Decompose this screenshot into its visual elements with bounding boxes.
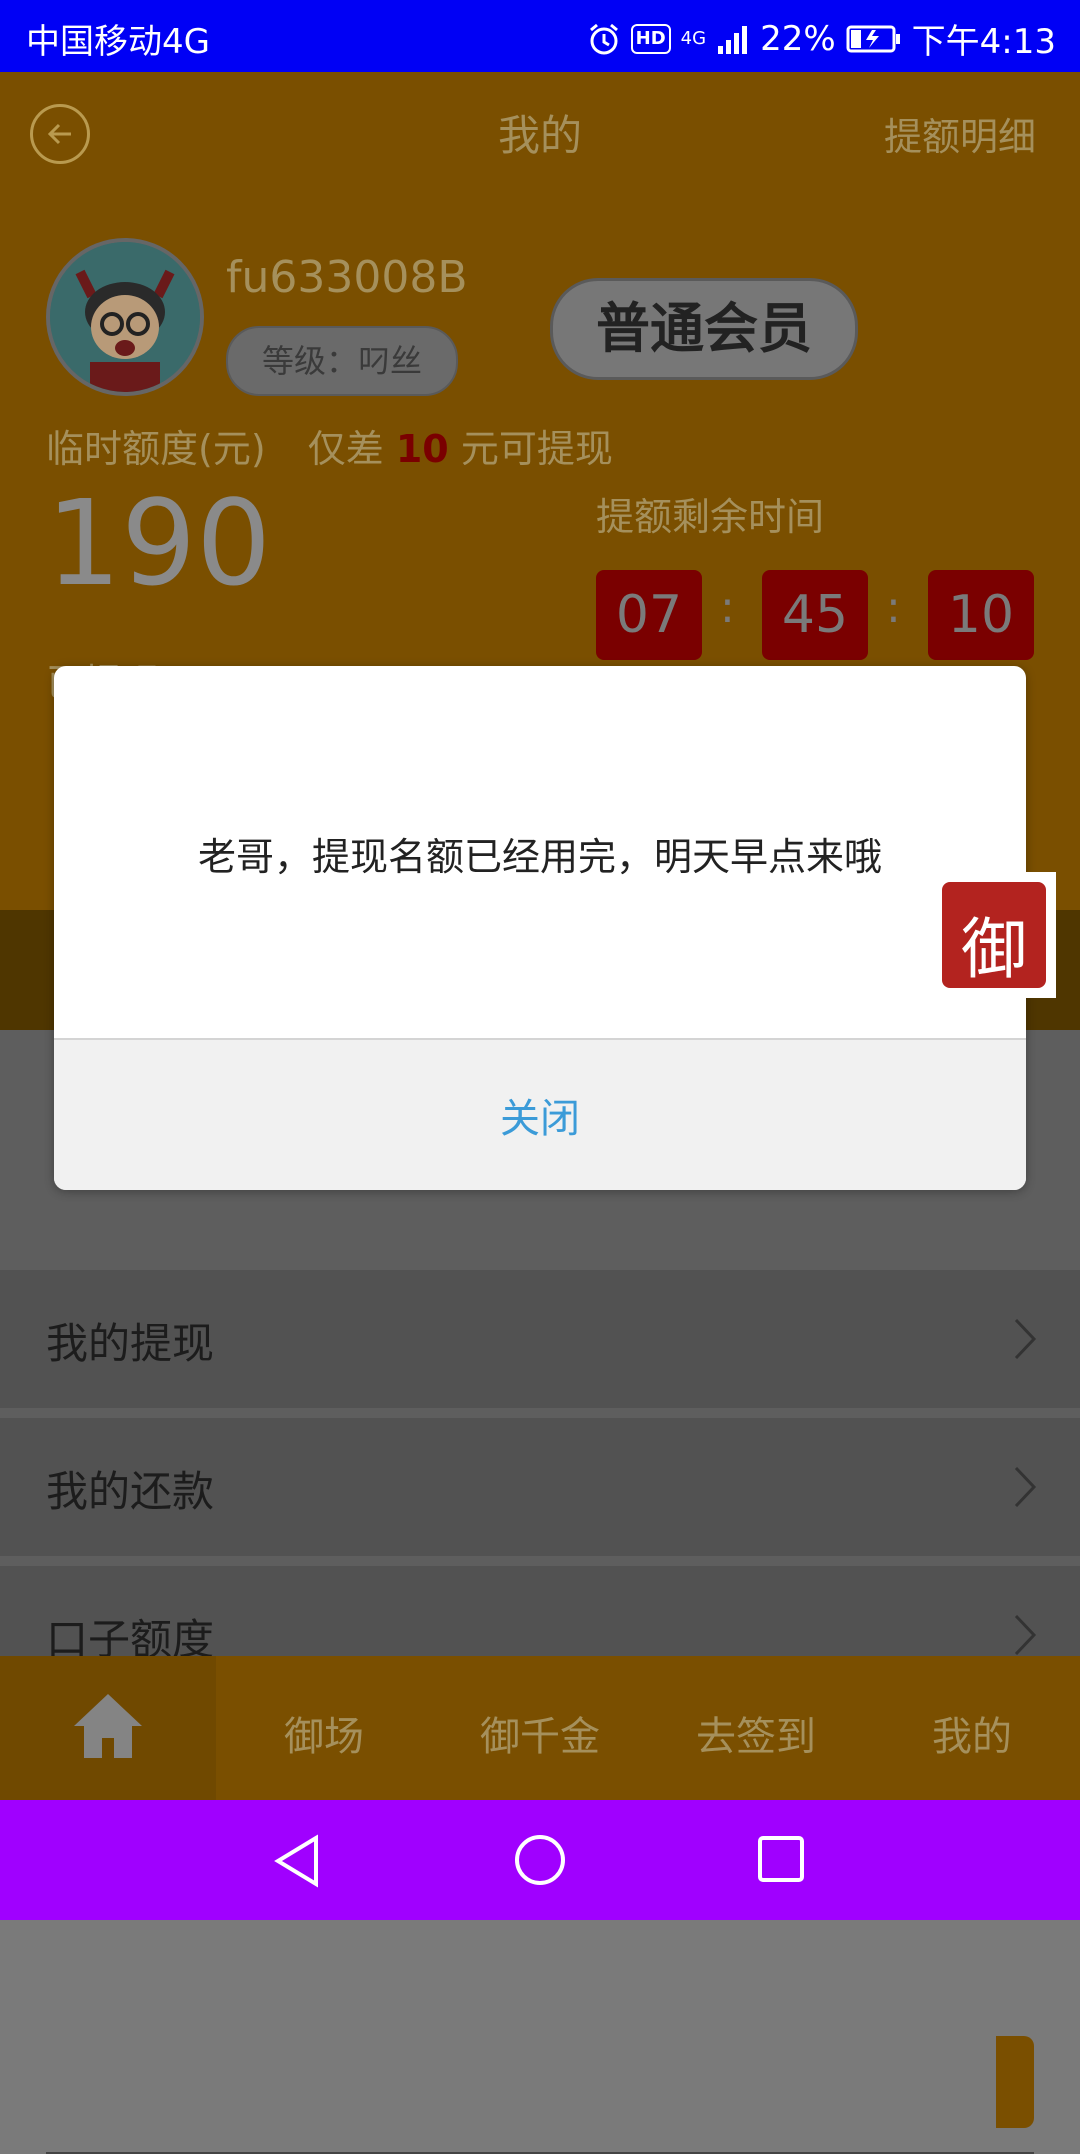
avatar[interactable] [46, 238, 204, 396]
quota-label-text: 临时额度(元) [46, 427, 266, 471]
chevron-right-icon [1014, 1318, 1037, 1360]
username: fu633008B [226, 252, 468, 303]
recents-square-icon[interactable] [756, 1834, 806, 1884]
seal-icon: 御 [942, 882, 1046, 988]
chevron-right-icon [1014, 1466, 1037, 1508]
timer-minutes: 45 [762, 570, 868, 660]
home-icon [74, 1694, 142, 1758]
status-bar: 中国移动4G HD 4G 22% 下午4:13 [0, 0, 1080, 72]
bottom-nav: 御场 御千金 去签到 我的 [0, 1656, 1080, 1800]
quota-label: 临时额度(元) 仅差 10 元可提现 [46, 418, 613, 473]
close-button[interactable]: 关闭 [54, 1086, 1026, 1144]
menu-item-label: 我的提现 [46, 1319, 215, 1368]
quota-hint-suffix: 元可提现 [460, 427, 613, 471]
carrier-label: 中国移动4G [26, 22, 210, 62]
dialog-footer[interactable]: 关闭 [54, 1038, 1026, 1190]
timer-seconds: 10 [928, 570, 1034, 660]
battery-charging-icon [846, 25, 900, 52]
system-nav-bar [0, 1800, 1080, 1920]
floating-badge[interactable]: 御 [934, 872, 1056, 998]
top-bar: 我的 提额明细 [0, 72, 1080, 192]
nav-item-yuqianjin[interactable]: 御千金 [432, 1704, 648, 1762]
nav-item-checkin[interactable]: 去签到 [648, 1704, 864, 1762]
quota-hint-amount: 10 [395, 427, 449, 471]
seal-glyph: 御 [961, 911, 1027, 988]
action-button-edge[interactable] [996, 2036, 1034, 2128]
member-badge[interactable]: 普通会员 [550, 278, 858, 380]
signal-icon [718, 25, 748, 54]
level-badge: 等级：叼丝 [226, 326, 458, 396]
quota-detail-link[interactable]: 提额明细 [884, 106, 1036, 161]
clock: 下午4:13 [911, 22, 1056, 62]
chevron-right-icon [1014, 1614, 1037, 1656]
nav-home[interactable] [0, 1656, 216, 1800]
nav-item-mine[interactable]: 我的 [864, 1704, 1080, 1762]
status-icons: HD 4G 22% 下午4:13 [587, 14, 1056, 63]
dialog-message: 老哥，提现名额已经用完，明天早点来哦 [197, 835, 882, 879]
quota-hint-prefix: 仅差 [307, 427, 384, 471]
timer-label: 提额剩余时间 [596, 495, 825, 539]
hd-icon: HD [630, 23, 671, 54]
menu-item-withdrawals[interactable]: 我的提现 [0, 1270, 1080, 1408]
network-type: 4G [680, 27, 707, 49]
timer-hours: 07 [596, 570, 702, 660]
nav-item-yuchang[interactable]: 御场 [216, 1704, 432, 1762]
timer-colon: : [886, 582, 901, 633]
menu-item-label: 我的还款 [46, 1467, 215, 1516]
battery-percent: 22% [760, 18, 836, 59]
home-circle-icon[interactable] [512, 1832, 568, 1888]
alarm-icon [589, 23, 618, 54]
alert-dialog: 老哥，提现名额已经用完，明天早点来哦 关闭 [54, 666, 1026, 1190]
avatar-cartoon-icon [50, 242, 200, 392]
back-triangle-icon[interactable] [270, 1834, 324, 1888]
timer-colon: : [720, 582, 735, 633]
menu-item-repayments[interactable]: 我的还款 [0, 1418, 1080, 1556]
quota-value: 190 [46, 474, 272, 612]
